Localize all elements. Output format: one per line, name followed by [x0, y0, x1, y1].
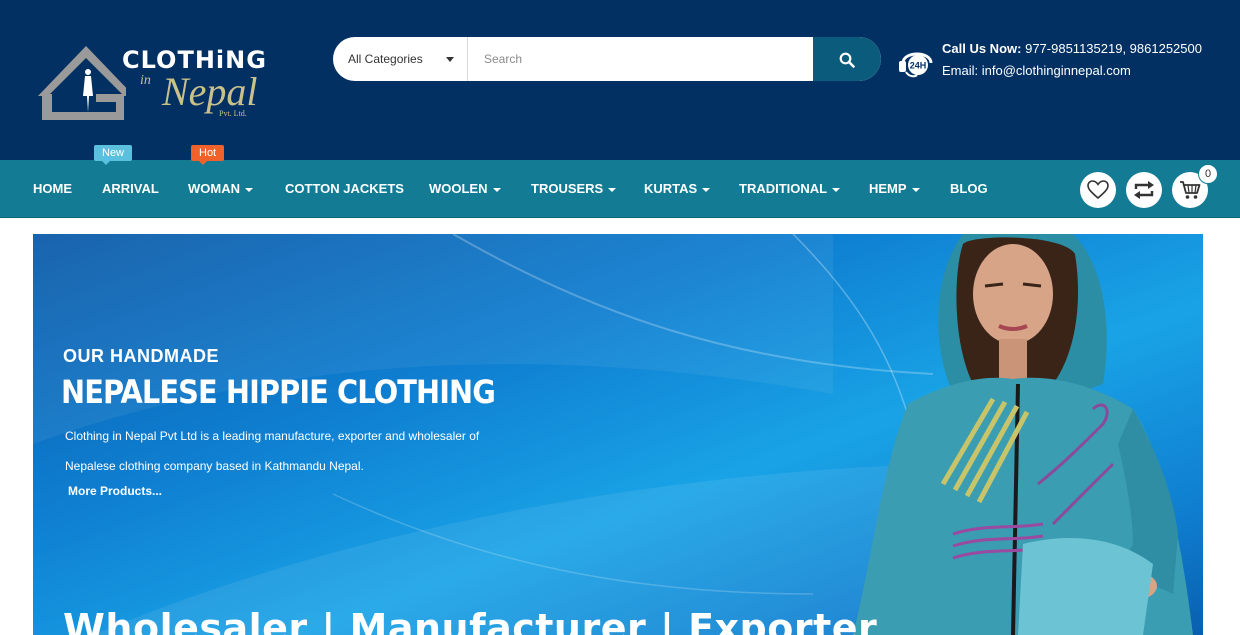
- chevron-down-icon: [446, 57, 454, 62]
- search-icon: [839, 52, 855, 68]
- nav-item-blog[interactable]: BLOG: [950, 182, 988, 196]
- nav-item-woman[interactable]: WOMAN: [188, 182, 253, 196]
- cart-icon: [1180, 181, 1201, 199]
- caret-down-icon: [245, 187, 253, 192]
- nav-item-hemp[interactable]: HEMP: [869, 182, 920, 196]
- hero-description-line-2: Nepalese clothing company based in Kathm…: [65, 459, 364, 473]
- logo-text-in: in: [140, 73, 151, 88]
- logo-text-nepal: Nepal: [162, 69, 258, 114]
- phone-numbers[interactable]: 977-9851135219, 9861252500: [1025, 41, 1202, 56]
- search-input[interactable]: [469, 37, 813, 81]
- caret-down-icon: [911, 187, 920, 192]
- site-header: CLOTHiNG in Nepal Pvt. Ltd. All Categori…: [0, 0, 1240, 160]
- hero-description-line-1: Clothing in Nepal Pvt Ltd is a leading m…: [65, 429, 480, 443]
- nav-item-home[interactable]: HOME: [33, 182, 72, 196]
- nav-item-woolen[interactable]: WOOLEN: [429, 182, 501, 196]
- compare-button[interactable]: [1126, 172, 1162, 208]
- nav-item-kurtas-label: KURTAS: [644, 181, 698, 196]
- nav-item-trousers-label: TROUSERS: [531, 181, 604, 196]
- contact-phone: Call Us Now: 977-9851135219, 9861252500: [942, 41, 1202, 57]
- nav-item-cotton-jackets[interactable]: COTTON JACKETS: [285, 182, 404, 196]
- support-badge-text: 24H: [910, 61, 927, 71]
- category-select[interactable]: All Categories: [333, 37, 468, 81]
- house-logo-icon: [38, 46, 126, 120]
- nav-item-traditional[interactable]: TRADITIONAL: [739, 181, 841, 196]
- logo-text-pvt-ltd: Pvt. Ltd.: [219, 109, 247, 118]
- caret-down-icon: [492, 187, 501, 192]
- cart-count-badge: 0: [1198, 164, 1218, 184]
- search-bar: All Categories: [333, 37, 881, 81]
- hero-tagline: Wholesaler | Manufacturer | Exporter: [63, 606, 878, 635]
- site-logo[interactable]: CLOTHiNG in Nepal Pvt. Ltd.: [36, 38, 298, 124]
- compare-icon: [1134, 181, 1154, 199]
- nav-item-trousers[interactable]: TROUSERS: [531, 181, 617, 196]
- badge-hot: Hot: [191, 145, 225, 165]
- wishlist-button[interactable]: [1080, 172, 1116, 208]
- caret-down-icon: [832, 187, 841, 192]
- search-button[interactable]: [813, 37, 881, 81]
- caret-down-icon: [608, 187, 617, 192]
- nav-item-hemp-label: HEMP: [869, 181, 907, 196]
- call-us-label: Call Us Now:: [942, 41, 1022, 56]
- heart-icon: [1087, 180, 1109, 200]
- caret-down-icon: [702, 187, 711, 192]
- nav-item-arrival[interactable]: ARRIVAL: [102, 182, 159, 196]
- main-nav: HOME ARRIVAL WOMAN COTTON JACKETS WOOLEN…: [0, 160, 1240, 218]
- nav-item-kurtas[interactable]: KURTAS: [644, 181, 711, 196]
- contact-email[interactable]: Email: info@clothinginnepal.com: [942, 63, 1131, 79]
- nav-item-woolen-label: WOOLEN: [429, 181, 488, 196]
- nav-item-traditional-label: TRADITIONAL: [739, 181, 828, 196]
- more-products-link[interactable]: More Products...: [68, 484, 162, 498]
- nav-item-woman-label: WOMAN: [188, 181, 240, 196]
- model-image: [853, 234, 1193, 635]
- headset-24h-icon: 24H: [899, 52, 933, 78]
- category-select-label: All Categories: [348, 52, 423, 66]
- badge-new: New: [94, 145, 133, 165]
- hero-kicker: OUR HANDMADE: [63, 346, 219, 366]
- hero-banner[interactable]: OUR HANDMADE NEPALESE HIPPIE CLOTHING Cl…: [33, 234, 1203, 635]
- hero-headline: NEPALESE HIPPIE CLOTHING: [61, 373, 496, 411]
